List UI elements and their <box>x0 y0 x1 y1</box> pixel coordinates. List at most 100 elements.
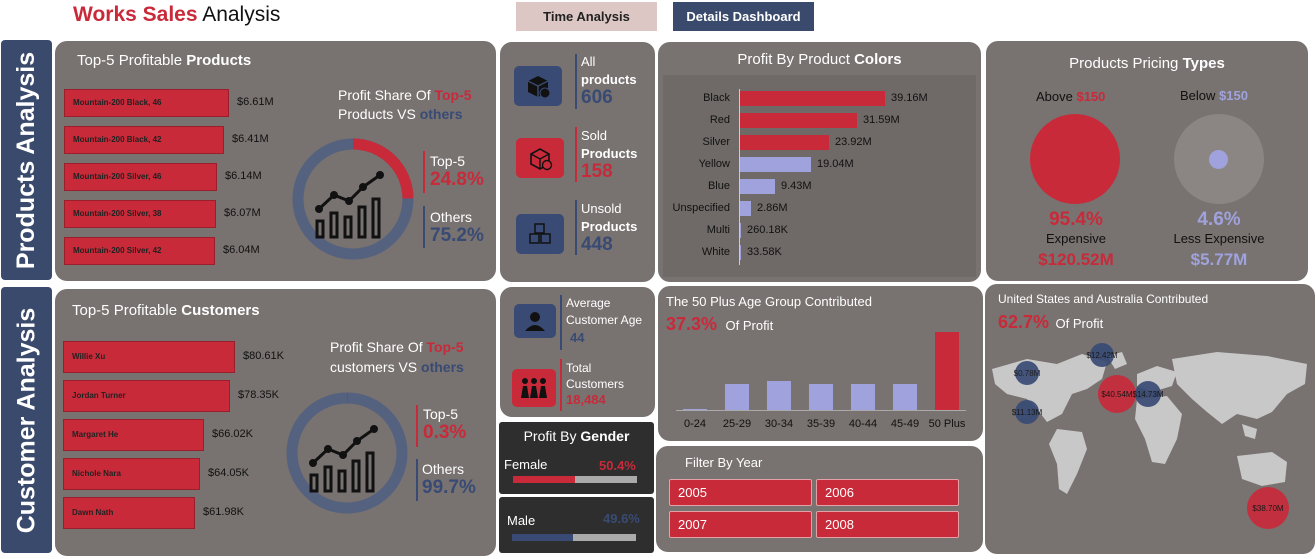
map-bubble: $12.42M <box>1086 343 1118 367</box>
cust-others-divider <box>416 459 418 501</box>
product-bar: Mountain-200 Silver, 42 <box>64 237 215 265</box>
products-top5-stat: Top-5 24.8% <box>430 153 484 190</box>
customer-analysis-label: Customer Analysis <box>1 287 52 553</box>
female-label: Female <box>504 457 548 472</box>
map-bubble: $0.78M <box>1014 361 1040 385</box>
customers-others-stat: Others 99.7% <box>422 461 476 498</box>
customer-value: $61.98K <box>203 506 244 518</box>
age-chart-panel: The 50 Plus Age Group Contributed 37.3% … <box>658 286 983 441</box>
map-bubble: $40.54M <box>1098 375 1136 413</box>
year-2005-button[interactable]: 2005 <box>669 479 812 506</box>
color-bar-value: 39.16M <box>891 92 928 104</box>
male-bar-track <box>512 534 636 541</box>
product-bar: Mountain-200 Black, 42 <box>64 126 224 154</box>
age-category-label: 50 Plus <box>928 418 966 430</box>
product-value: $6.04M <box>223 244 260 256</box>
expensive-stat: 95.4% Expensive $120.52M <box>1038 209 1114 269</box>
color-bar <box>740 201 751 216</box>
age-chart-title: The 50 Plus Age Group Contributed <box>666 294 872 309</box>
year-2008-button[interactable]: 2008 <box>816 511 959 538</box>
product-value: $6.41M <box>232 133 269 145</box>
male-box: Male 49.6% <box>499 497 654 553</box>
color-bar <box>740 135 829 150</box>
customers-share-donut <box>286 392 408 514</box>
unsold-divider <box>575 200 577 255</box>
top-customers-title: Top-5 Profitable Customers <box>72 302 260 319</box>
age-category-label: 30-34 <box>764 418 794 430</box>
color-category-label: Silver <box>702 136 730 148</box>
age-chart-pct: 37.3% Of Profit <box>666 314 774 334</box>
customer-bar: Jordan Turner <box>63 380 230 412</box>
age-bar <box>725 384 749 410</box>
male-pct: 49.6% <box>603 511 640 526</box>
pricing-title: Products Pricing Types <box>1069 55 1225 72</box>
customers-top5-stat: Top-5 0.3% <box>423 406 467 443</box>
color-bar <box>740 223 741 238</box>
year-filter-title: Filter By Year <box>685 455 763 470</box>
year-filter-panel: Filter By Year 2005 2006 2007 2008 <box>656 446 983 552</box>
product-kpi-panel: All products 606 Sold Products 158 Unsold P… <box>500 42 655 282</box>
time-analysis-button[interactable]: Time Analysis <box>516 2 657 31</box>
color-category-label: Yellow <box>698 158 730 170</box>
person-icon <box>514 304 556 338</box>
age-category-label: 40-44 <box>848 418 878 430</box>
average-age-kpi: Average Customer Age 44 <box>566 296 643 345</box>
total-divider <box>560 359 562 411</box>
chart-growth-icon <box>315 171 384 239</box>
year-2006-button[interactable]: 2006 <box>816 479 959 506</box>
color-bar-value: 9.43M <box>781 180 812 192</box>
female-pct: 50.4% <box>599 458 636 473</box>
customer-bar: Margaret He <box>63 419 204 451</box>
color-category-label: Black <box>703 92 730 104</box>
color-bar <box>740 245 741 260</box>
customer-value: $78.35K <box>238 389 279 401</box>
color-bar <box>740 91 885 106</box>
color-bar <box>740 179 775 194</box>
below-150-dot <box>1209 150 1228 169</box>
all-products-divider <box>575 54 577 109</box>
sold-products-kpi: Sold Products 158 <box>581 128 638 182</box>
products-analysis-label: Products Analysis <box>1 40 52 280</box>
above-150-label: Above $150 <box>1036 89 1106 104</box>
color-bar-value: 33.58K <box>747 246 782 258</box>
map-pct: 62.7% Of Profit <box>998 312 1104 332</box>
less-expensive-stat: 4.6% Less Expensive $5.77M <box>1173 209 1265 269</box>
gender-title: Profit By Gender <box>523 428 630 444</box>
product-bar: Mountain-200 Silver, 46 <box>64 163 217 191</box>
cust-top5-divider <box>416 405 418 447</box>
color-bar-value: 2.86M <box>757 202 788 214</box>
total-customers-kpi: Total Customers 18,484 <box>566 361 625 407</box>
product-value: $6.14M <box>225 170 262 182</box>
customer-bar: Willie Xu <box>63 341 235 373</box>
map-panel: United States and Australia Contributed … <box>985 284 1315 554</box>
age-bar <box>851 384 875 410</box>
age-bar <box>809 384 833 410</box>
year-2007-button[interactable]: 2007 <box>669 511 812 538</box>
title-rest: Analysis <box>197 3 281 26</box>
group-icon <box>512 369 556 407</box>
top-customers-panel: Top-5 Profitable Customers Willie Xu $80.… <box>55 289 496 556</box>
products-share-title: Profit Share Of Top-5 Products VS others <box>338 87 472 122</box>
male-bar-fill <box>512 534 573 541</box>
customer-bar: Dawn Nath <box>63 497 195 529</box>
others-divider <box>423 206 425 248</box>
top5-divider <box>423 151 425 193</box>
product-bar: Mountain-200 Silver, 38 <box>64 200 216 228</box>
customers-share-title: Profit Share Of Top-5 customers VS other… <box>330 339 464 375</box>
page-title: Works Sales Analysis <box>73 3 280 27</box>
gender-title-box: Profit By Gender Female 50.4% <box>499 422 654 494</box>
color-category-label: Unspecified <box>672 202 730 214</box>
map-title: United States and Australia Contributed <box>998 292 1209 306</box>
top-products-title: Top-5 Profitable Products <box>77 52 252 69</box>
color-category-label: Red <box>709 114 730 126</box>
color-category-label: White <box>701 246 730 258</box>
details-dashboard-button[interactable]: Details Dashboard <box>673 2 814 31</box>
product-bar: Mountain-200 Black, 46 <box>64 89 229 117</box>
chart-growth-icon <box>309 425 378 493</box>
color-bar-value: 31.59M <box>863 114 900 126</box>
female-bar-fill <box>513 476 575 483</box>
products-others-stat: Others 75.2% <box>430 209 484 246</box>
female-bar-track <box>513 476 637 483</box>
colors-chart-title: Profit By Product Colors <box>737 51 902 68</box>
male-label: Male <box>507 513 536 528</box>
